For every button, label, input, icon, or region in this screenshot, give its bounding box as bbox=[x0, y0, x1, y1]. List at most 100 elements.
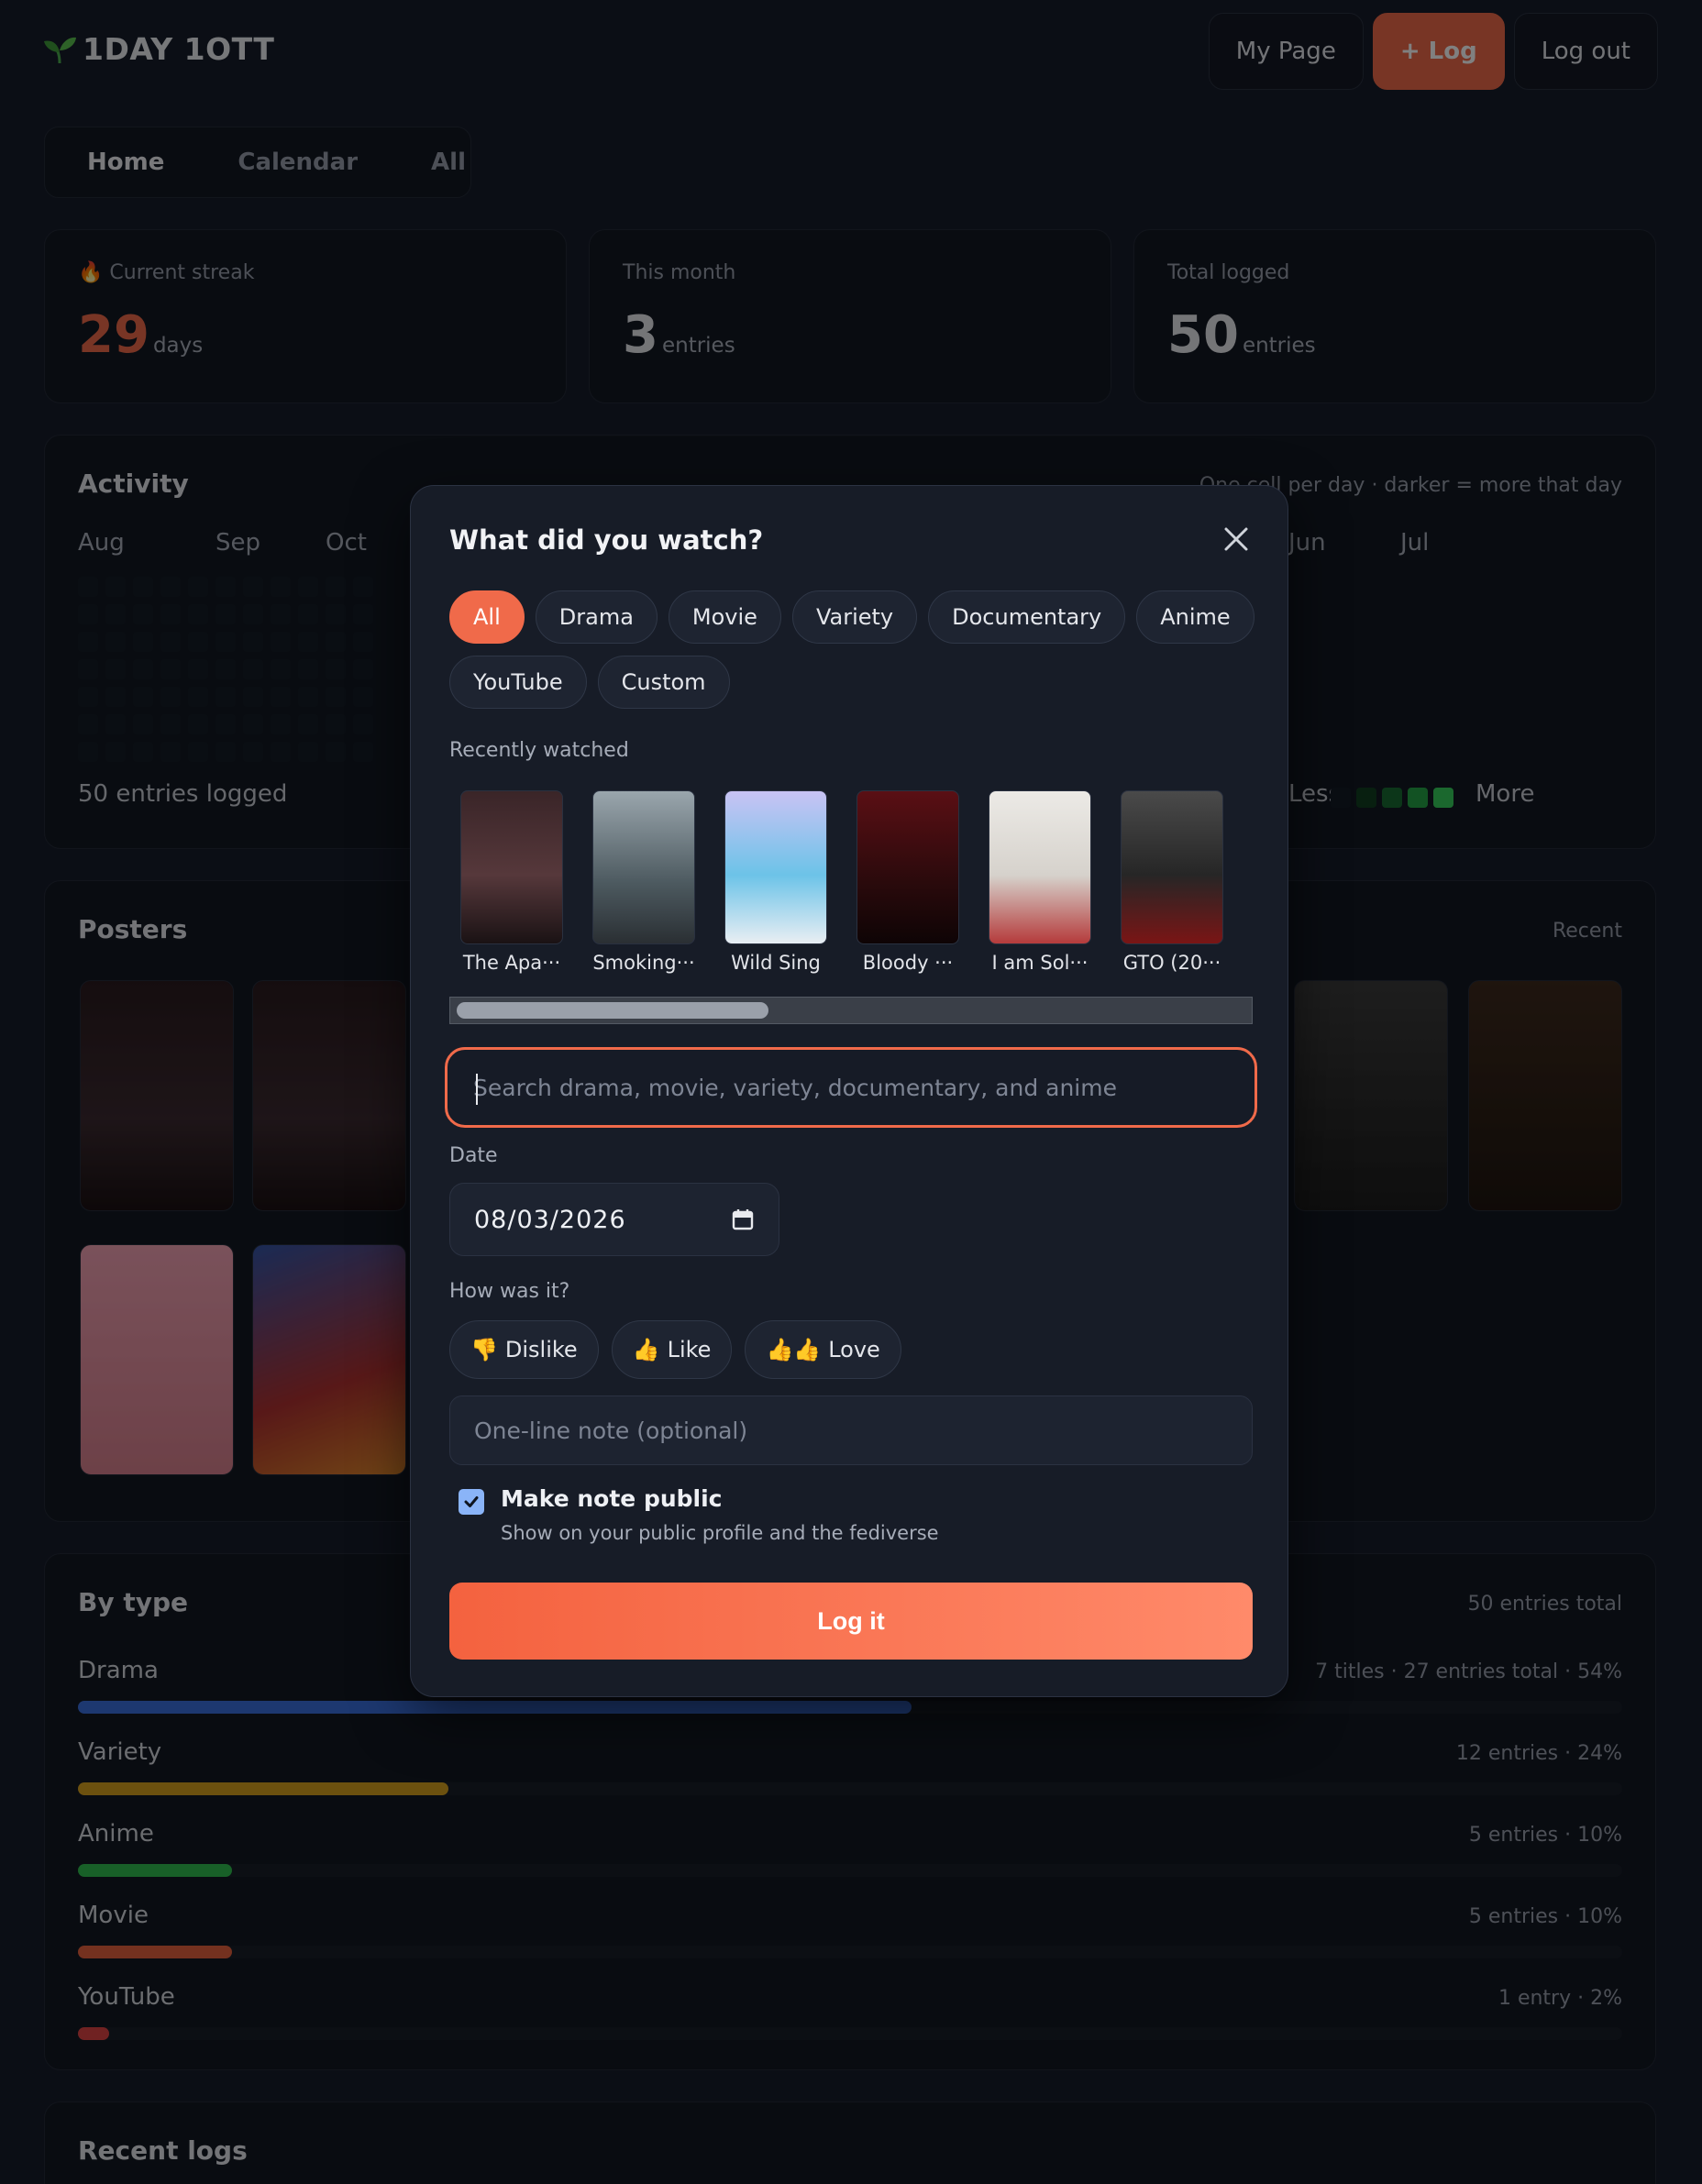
posters-title: Posters bbox=[78, 914, 188, 944]
heatmap-cell bbox=[188, 632, 208, 652]
poster-thumb bbox=[592, 790, 695, 944]
date-value: 08/03/2026 bbox=[474, 1205, 626, 1234]
activity-footer: 50 entries logged bbox=[78, 780, 288, 808]
heatmap-cell bbox=[188, 577, 208, 597]
app-title: 1DAY 1OTT bbox=[83, 31, 275, 67]
recent-item-title: Bloody ··· bbox=[862, 952, 954, 974]
heatmap-cell bbox=[105, 742, 126, 762]
chip-anime[interactable]: Anime bbox=[1136, 590, 1254, 644]
posters-note: Recent bbox=[1552, 920, 1622, 943]
poster-gto[interactable] bbox=[1294, 980, 1448, 1211]
poster-thumb bbox=[857, 790, 959, 944]
tab-calendar[interactable]: Calendar bbox=[203, 135, 392, 190]
heatmap-cell bbox=[243, 742, 263, 762]
thumbs-up-icon: 👍 bbox=[632, 1337, 660, 1362]
note-field[interactable] bbox=[449, 1395, 1253, 1465]
type-bar-track bbox=[78, 1864, 1622, 1877]
recent-item[interactable]: I am Sol··· bbox=[987, 790, 1093, 974]
add-log-button[interactable]: + Log bbox=[1372, 13, 1505, 90]
my-page-button[interactable]: My Page bbox=[1208, 13, 1364, 90]
heatmap-cell bbox=[353, 604, 373, 624]
search-field[interactable] bbox=[445, 1047, 1257, 1128]
activity-title: Activity bbox=[78, 469, 189, 499]
heatmap-cell bbox=[271, 742, 291, 762]
type-bar-track bbox=[78, 2027, 1622, 2040]
heatmap-cell bbox=[271, 577, 291, 597]
poster-thumb bbox=[460, 790, 563, 944]
search-input[interactable] bbox=[473, 1074, 1229, 1101]
heatmap-cell bbox=[133, 714, 153, 734]
heatmap-cell bbox=[216, 714, 236, 734]
rating-label: How was it? bbox=[449, 1280, 570, 1303]
recent-item[interactable]: Wild Sing bbox=[723, 790, 829, 974]
heatmap-cell bbox=[298, 659, 318, 679]
heatmap-cell bbox=[243, 604, 263, 624]
heatmap-cell bbox=[105, 687, 126, 707]
date-picker[interactable]: 08/03/2026 bbox=[449, 1183, 779, 1256]
close-icon[interactable] bbox=[1218, 521, 1254, 557]
rating-dislike-button[interactable]: 👎 Dislike bbox=[449, 1320, 599, 1379]
chip-movie[interactable]: Movie bbox=[668, 590, 781, 644]
poster-thumb bbox=[724, 790, 827, 944]
heatmap-cell bbox=[353, 687, 373, 707]
heatmap-cell bbox=[78, 714, 98, 734]
logout-button[interactable]: Log out bbox=[1513, 13, 1658, 90]
rating-options: 👎 Dislike 👍 Like 👍👍 Love bbox=[449, 1320, 901, 1379]
log-it-button[interactable]: Log it bbox=[449, 1583, 1253, 1660]
type-name: Variety bbox=[78, 1738, 162, 1766]
poster-variety[interactable] bbox=[1468, 980, 1622, 1211]
chip-variety[interactable]: Variety bbox=[791, 590, 918, 644]
chip-custom[interactable]: Custom bbox=[597, 656, 730, 709]
tab-home[interactable]: Home bbox=[52, 135, 199, 190]
type-name: Anime bbox=[78, 1820, 154, 1848]
type-bar-fill bbox=[78, 1946, 233, 1958]
heatmap-cell bbox=[188, 659, 208, 679]
recent-item[interactable]: Bloody ··· bbox=[855, 790, 961, 974]
heatmap-cell bbox=[326, 604, 346, 624]
recent-item[interactable]: The Apa··· bbox=[459, 790, 565, 974]
poster-demon-slayer[interactable] bbox=[252, 1244, 406, 1475]
public-checkbox[interactable] bbox=[459, 1489, 484, 1515]
recent-item[interactable]: GTO (20··· bbox=[1119, 790, 1225, 974]
type-value: 12 entries · 24% bbox=[1455, 1742, 1622, 1765]
recent-item[interactable]: Smoking··· bbox=[591, 790, 697, 974]
heatmap-cell bbox=[78, 742, 98, 762]
heatmap-cell bbox=[326, 659, 346, 679]
chip-documentary[interactable]: Documentary bbox=[928, 590, 1126, 644]
heatmap-cell bbox=[326, 687, 346, 707]
app-logo[interactable]: 1DAY 1OTT bbox=[42, 31, 274, 67]
recently-watched-label: Recently watched bbox=[449, 739, 629, 762]
heatmap-cell bbox=[216, 659, 236, 679]
calendar-icon[interactable] bbox=[731, 1208, 755, 1231]
chip-all[interactable]: All bbox=[449, 590, 525, 644]
heatmap-cell bbox=[133, 742, 153, 762]
type-name: YouTube bbox=[78, 1983, 175, 2011]
rating-like-button[interactable]: 👍 Like bbox=[611, 1320, 733, 1379]
legend-more: More bbox=[1475, 780, 1535, 808]
recent-item-title: Smoking··· bbox=[592, 952, 695, 974]
type-bar-fill bbox=[78, 1701, 912, 1714]
heatmap-cell bbox=[271, 632, 291, 652]
chip-drama[interactable]: Drama bbox=[535, 590, 658, 644]
type-row: YouTube 1 entry · 2% bbox=[78, 1983, 1622, 2057]
heatmap-cell bbox=[216, 604, 236, 624]
poster-i-am-solo[interactable] bbox=[80, 1244, 234, 1475]
recent-item-title: The Apa··· bbox=[462, 952, 561, 974]
poster-apartment-job-1[interactable] bbox=[80, 980, 234, 1211]
recent-scrollbar[interactable] bbox=[449, 997, 1253, 1024]
public-label[interactable]: Make note public bbox=[501, 1485, 723, 1512]
category-chips: All Drama Movie Variety Documentary Anim… bbox=[449, 590, 1256, 709]
scrollbar-thumb[interactable] bbox=[457, 1002, 768, 1019]
tab-all[interactable]: All bbox=[396, 135, 501, 190]
heatmap-cell bbox=[160, 687, 181, 707]
rating-love-button[interactable]: 👍👍 Love bbox=[745, 1320, 901, 1379]
total-value: 50 entries bbox=[1167, 305, 1316, 365]
total-card: Total logged 50 entries bbox=[1133, 229, 1656, 403]
heatmap-cell bbox=[78, 687, 98, 707]
note-input[interactable] bbox=[474, 1417, 1228, 1444]
heatmap-cell bbox=[353, 714, 373, 734]
heatmap-cell bbox=[78, 632, 98, 652]
poster-apartment-job-2[interactable] bbox=[252, 980, 406, 1211]
month-label-sep: Sep bbox=[216, 529, 261, 557]
chip-youtube[interactable]: YouTube bbox=[449, 656, 587, 709]
